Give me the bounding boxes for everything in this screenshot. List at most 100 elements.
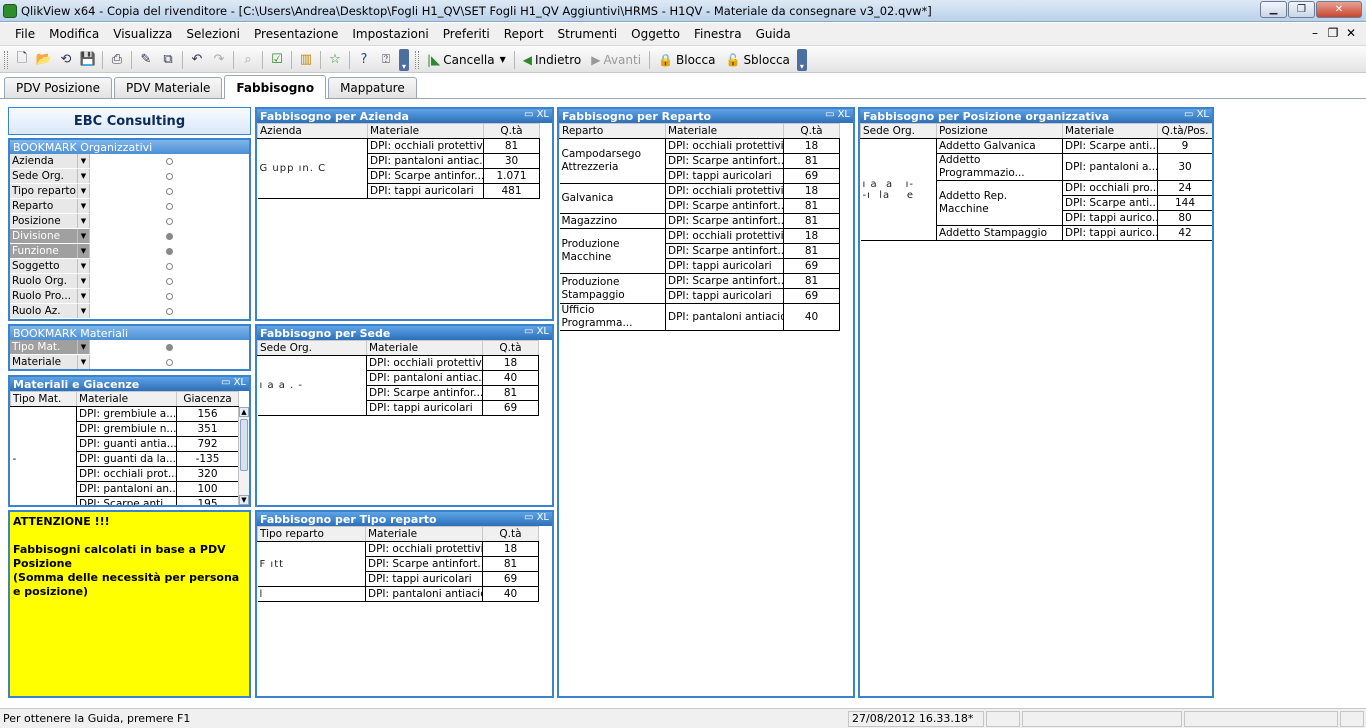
material-cell[interactable]: DPI: grembiule n... bbox=[76, 421, 177, 437]
bookmark-label[interactable]: Soggetto bbox=[10, 259, 78, 273]
menu-strumenti[interactable]: Strumenti bbox=[551, 27, 625, 41]
material-cell[interactable]: DPI: Scarpe antinfort... bbox=[665, 198, 784, 214]
radio-dot-icon[interactable] bbox=[166, 358, 173, 366]
material-cell[interactable]: DPI: tappi auricolari bbox=[665, 168, 784, 184]
toolbar-chevron-icon-2[interactable]: ▾ bbox=[796, 48, 807, 71]
bookmark-label[interactable]: Ruolo Pro... bbox=[10, 289, 78, 303]
radio-dot-icon[interactable] bbox=[166, 157, 173, 165]
radio-dot-icon[interactable] bbox=[166, 307, 173, 315]
mdi-restore-icon[interactable]: ❐ bbox=[1324, 26, 1342, 40]
dropdown-arrow-icon[interactable]: ▼ bbox=[78, 340, 90, 354]
col-posizione[interactable]: Posizione bbox=[936, 123, 1063, 139]
giacenze-scrollbar[interactable]: ▲ ▼ bbox=[238, 407, 249, 505]
dropdown-arrow-icon[interactable]: ▼ bbox=[78, 154, 90, 168]
bookmark-selector[interactable] bbox=[90, 244, 249, 258]
bookmark-row[interactable]: Sede Org. ▼ bbox=[10, 169, 249, 184]
table-row[interactable]: ı a a ı- -ı la e Addetto Galvanica DPI: Sc… bbox=[860, 138, 1212, 241]
minimize-xl-icons[interactable]: ▭ XL bbox=[1184, 109, 1209, 120]
reparto-cell[interactable]: Produzione Macchine bbox=[559, 228, 666, 274]
cancella-dropdown-icon[interactable]: ▼ bbox=[500, 55, 506, 64]
col-qta[interactable]: Q.tà bbox=[482, 526, 539, 542]
bookmark-label[interactable]: Materiale bbox=[10, 355, 78, 369]
qty-cell[interactable]: 30 bbox=[1157, 153, 1212, 181]
group-cell[interactable]: G upp ın. C bbox=[257, 138, 368, 199]
menu-oggetto[interactable]: Oggetto bbox=[624, 27, 687, 41]
undo-icon[interactable]: ↶ bbox=[186, 50, 208, 70]
bookmark-row[interactable]: Ruolo Az. ▼ bbox=[10, 304, 249, 319]
qty-cell[interactable]: 81 bbox=[482, 385, 539, 401]
scroll-up-icon[interactable]: ▲ bbox=[239, 407, 249, 417]
dropdown-arrow-icon[interactable]: ▼ bbox=[78, 274, 90, 288]
col-sede-org[interactable]: Sede Org. bbox=[860, 123, 937, 139]
giacenza-cell[interactable]: 156 bbox=[176, 406, 239, 422]
tab-mappature[interactable]: Mappature bbox=[328, 77, 417, 98]
menu-presentazione[interactable]: Presentazione bbox=[247, 27, 345, 41]
qty-cell[interactable]: 18 bbox=[783, 138, 840, 154]
bookmark-label[interactable]: Funzione bbox=[10, 244, 78, 258]
bookmark-selector[interactable] bbox=[90, 154, 249, 168]
context-help-icon[interactable]: ⍰ bbox=[375, 50, 397, 70]
dropdown-arrow-icon[interactable]: ▼ bbox=[78, 304, 90, 318]
table-row[interactable]: Produzione Stampaggio DPI: Scarpe antinfo… bbox=[559, 273, 840, 304]
material-cell[interactable]: DPI: Scarpe antinfort... bbox=[365, 556, 483, 572]
cancella-button[interactable]: |◣ Cancella ▼ bbox=[422, 50, 511, 70]
radio-dot-icon[interactable] bbox=[166, 292, 173, 300]
bookmark-label[interactable]: Posizione bbox=[10, 214, 78, 228]
table-row[interactable]: Ufficio Programma... DPI: pantaloni antia… bbox=[559, 303, 840, 331]
dropdown-arrow-icon[interactable]: ▼ bbox=[78, 259, 90, 273]
radio-dot-icon[interactable] bbox=[166, 202, 173, 210]
bookmark-row[interactable]: Ruolo Org. ▼ bbox=[10, 274, 249, 289]
material-cell[interactable]: DPI: tappi auricolari bbox=[366, 400, 483, 416]
col-materiale[interactable]: Materiale bbox=[366, 340, 483, 356]
dropdown-arrow-icon[interactable]: ▼ bbox=[78, 169, 90, 183]
maximize-button[interactable]: ❐ bbox=[1288, 1, 1315, 18]
qty-cell[interactable]: 481 bbox=[483, 183, 540, 199]
reparto-cell[interactable]: Magazzino bbox=[559, 213, 666, 229]
toolbar-grip[interactable] bbox=[4, 50, 8, 69]
col-sede-org[interactable]: Sede Org. bbox=[257, 340, 367, 356]
dropdown-arrow-icon[interactable]: ▼ bbox=[78, 289, 90, 303]
material-cell[interactable]: DPI: Scarpe anti... bbox=[76, 496, 177, 505]
material-cell[interactable]: DPI: occhiali protettivi bbox=[366, 355, 483, 371]
copy-icon[interactable]: ⧉ bbox=[157, 50, 179, 70]
col-giacenza[interactable]: Giacenza bbox=[176, 391, 239, 407]
bookmark-label[interactable]: Ruolo Az. bbox=[10, 304, 78, 318]
chart-wizard-icon[interactable]: ▥ bbox=[295, 50, 317, 70]
material-cell[interactable]: DPI: occhiali protettivi bbox=[665, 228, 784, 244]
bookmark-selector[interactable] bbox=[90, 214, 249, 228]
material-cell[interactable]: DPI: Scarpe anti... bbox=[1062, 195, 1158, 211]
tab-pdv-materiale[interactable]: PDV Materiale bbox=[114, 77, 223, 98]
indietro-button[interactable]: ◀ Indietro bbox=[518, 50, 586, 70]
material-cell[interactable]: DPI: tappi aurico... bbox=[1062, 225, 1158, 241]
reparto-cell[interactable]: Ufficio Programma... bbox=[559, 303, 666, 331]
menu-file[interactable]: File bbox=[8, 27, 42, 41]
giacenza-cell[interactable]: -135 bbox=[176, 451, 239, 467]
material-cell[interactable]: DPI: pantaloni antiac... bbox=[366, 370, 483, 386]
material-cell[interactable]: DPI: Scarpe antinfort... bbox=[665, 273, 784, 289]
material-cell[interactable]: DPI: Scarpe antinfort... bbox=[665, 243, 784, 259]
material-cell[interactable]: DPI: occhiali prot... bbox=[76, 466, 177, 482]
material-cell[interactable]: DPI: occhiali protettivi bbox=[365, 541, 483, 557]
reparto-cell[interactable]: Galvanica bbox=[559, 183, 666, 214]
bookmark-row[interactable]: Divisione ▼ bbox=[10, 229, 249, 244]
mdi-minimize-icon[interactable]: – bbox=[1306, 26, 1324, 40]
giacenza-cell[interactable]: 351 bbox=[176, 421, 239, 437]
qty-cell[interactable]: 18 bbox=[783, 183, 840, 199]
bookmark-selector[interactable] bbox=[90, 259, 249, 273]
material-cell[interactable]: DPI: tappi auricolari bbox=[665, 288, 784, 304]
minimize-xl-icons[interactable]: ▭ XL bbox=[825, 109, 850, 120]
material-cell[interactable]: DPI: occhiali pro... bbox=[1062, 180, 1158, 196]
material-cell[interactable]: DPI: pantaloni antiac... bbox=[367, 153, 484, 169]
bookmark-selector[interactable] bbox=[90, 199, 249, 213]
reload-icon[interactable]: ⟲ bbox=[55, 50, 77, 70]
table-row[interactable]: ı a a . - DPI: occhiali protettivi 18 bbox=[257, 355, 539, 416]
qty-cell[interactable]: 81 bbox=[783, 243, 840, 259]
posizione-cell[interactable]: Addetto Stampaggio bbox=[936, 225, 1063, 241]
radio-dot-icon[interactable] bbox=[166, 247, 173, 255]
material-cell[interactable]: DPI: Scarpe antinfort... bbox=[665, 153, 784, 169]
checklist-icon[interactable]: ☑ bbox=[266, 50, 288, 70]
group-cell[interactable]: ı a a . - bbox=[257, 355, 367, 416]
qty-cell[interactable]: 81 bbox=[783, 153, 840, 169]
material-cell[interactable]: DPI: tappi auricolari bbox=[365, 571, 483, 587]
qty-cell[interactable]: 69 bbox=[482, 400, 539, 416]
